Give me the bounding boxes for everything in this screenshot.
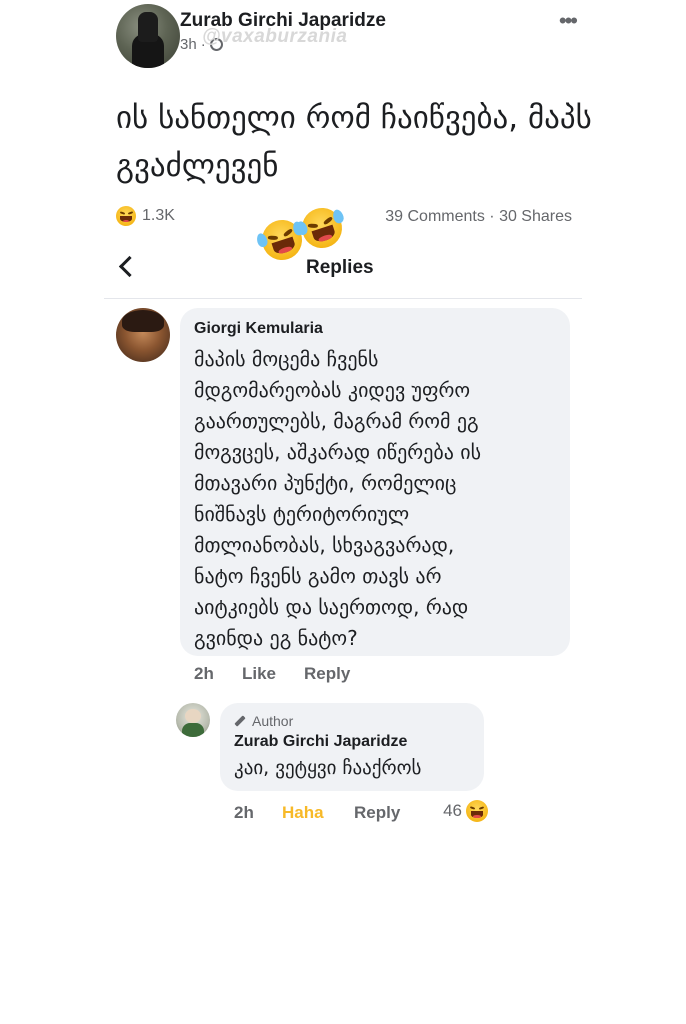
back-chevron-icon[interactable] [118,254,136,280]
reply-time[interactable]: 2h [234,803,254,823]
divider [104,298,582,299]
author-badge: Author [234,713,470,729]
author-badge-label: Author [252,713,294,729]
comment-reply-button[interactable]: Reply [304,664,350,684]
reply-author-avatar[interactable] [176,703,210,737]
commenter-name[interactable]: Giorgi Kemularia [194,320,556,338]
reaction-summary[interactable]: 1.3K [116,206,175,226]
comment-like-button[interactable]: Like [242,664,304,684]
replies-title: Replies [306,257,374,278]
pencil-icon [234,715,246,727]
comment-text: მაპის მოცემა ჩვენს მდგომარეობას კიდევ უფ… [194,347,482,650]
reaction-count: 1.3K [142,207,175,224]
reply-reaction-count[interactable]: 46 [443,800,488,822]
reply-actions: 2h Haha Reply 46 [234,800,488,826]
post-text: ის სანთელი რომ ჩაიწვება, მაპს გვაძლევენ [116,100,592,184]
comment-actions: 2h Like Reply [194,664,350,684]
more-options-icon[interactable]: ••• [559,8,578,34]
commenter-avatar[interactable] [116,308,170,362]
laughing-tears-icon [295,202,348,254]
watermark-text: @vaxaburzania [202,26,348,47]
reply-bubble: Author Zurab Girchi Japaridze კაი, ვეტყვ… [220,703,484,791]
post-time-text: 3h [180,36,197,53]
comments-shares-count[interactable]: 39 Comments · 30 Shares [385,208,572,226]
reply-reply-button[interactable]: Reply [354,803,400,823]
comment-time[interactable]: 2h [194,664,242,684]
reply-author-name[interactable]: Zurab Girchi Japaridze [234,733,470,751]
post-header: Zurab Girchi Japaridze 3h · @vaxaburzani… [116,4,578,68]
laughing-emoji-sticker [255,202,348,266]
reply-haha-button[interactable]: Haha [282,803,324,823]
haha-reaction-icon [466,800,488,822]
post-author-avatar[interactable] [116,4,180,68]
reply-reaction-number: 46 [443,801,462,820]
reply-text: კაი, ვეტყვი ჩააქროს [234,757,422,779]
haha-reaction-icon [116,206,136,226]
comment-bubble: Giorgi Kemularia მაპის მოცემა ჩვენს მდგო… [180,308,570,656]
